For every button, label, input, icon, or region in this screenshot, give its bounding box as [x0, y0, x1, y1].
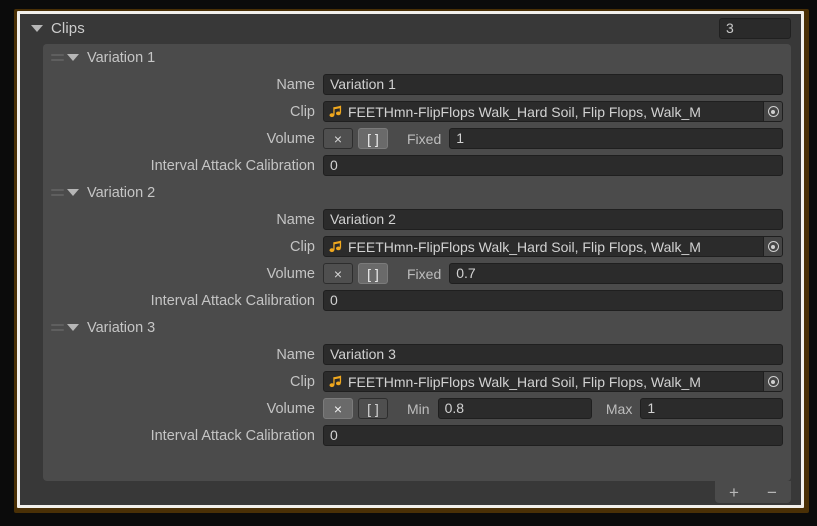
variation-foldout-triangle-down-icon[interactable] [67, 324, 79, 331]
drag-handle-icon[interactable] [51, 321, 64, 335]
name-row: Name Variation 2 [43, 206, 791, 233]
clip-label: Clip [290, 373, 315, 390]
name-row: Name Variation 1 [43, 71, 791, 98]
object-picker-icon[interactable] [763, 372, 782, 391]
clips-inspector-panel: Clips 3 Variation 1 Name Variation 1 Clip FE… [20, 14, 801, 505]
clip-row: Clip FEETHmn-FlipFlops Walk_Hard Soil, Fl… [43, 368, 791, 395]
volume-range-toggle-button[interactable]: [ ] [358, 263, 388, 284]
volume-min-label: Min [407, 400, 430, 417]
clip-object-field[interactable]: FEETHmn-FlipFlops Walk_Hard Soil, Flip F… [323, 236, 783, 257]
name-row: Name Variation 3 [43, 341, 791, 368]
interval-attack-calibration-input[interactable]: 0 [323, 425, 783, 446]
list-footer-toolbar: + − [715, 481, 791, 503]
volume-fixed-input[interactable]: 1 [449, 128, 783, 149]
variation-header[interactable]: Variation 1 [43, 44, 791, 71]
clip-object-name: FEETHmn-FlipFlops Walk_Hard Soil, Flip F… [348, 103, 701, 120]
volume-row: Volume ×[ ] Min 0.8 Max 1 [43, 395, 791, 422]
variation-title: Variation 3 [87, 319, 156, 336]
page-title: Clips [51, 19, 85, 37]
name-input[interactable]: Variation 1 [323, 74, 783, 95]
clip-object-field[interactable]: FEETHmn-FlipFlops Walk_Hard Soil, Flip F… [323, 101, 783, 122]
variation-title: Variation 2 [87, 184, 156, 201]
volume-row: Volume ×[ ] Fixed 0.7 [43, 260, 791, 287]
volume-label: Volume [266, 400, 315, 417]
volume-clear-button[interactable]: × [323, 128, 353, 149]
volume-label: Volume [266, 265, 315, 282]
variation-header[interactable]: Variation 3 [43, 314, 791, 341]
variation-foldout-triangle-down-icon[interactable] [67, 54, 79, 61]
clip-object-field[interactable]: FEETHmn-FlipFlops Walk_Hard Soil, Flip F… [323, 371, 783, 392]
interval-attack-calibration-input[interactable]: 0 [323, 290, 783, 311]
name-label: Name [276, 211, 315, 228]
variation-block: Variation 3 Name Variation 3 Clip FEETHmn-Fl… [43, 314, 791, 449]
volume-max-label: Max [605, 400, 633, 417]
clips-size-input[interactable]: 3 [719, 18, 791, 39]
add-clip-button[interactable]: + [719, 482, 749, 502]
variation-block: Variation 1 Name Variation 1 Clip FEETHmn-Fl… [43, 44, 791, 179]
interval-attack-calibration-row: Interval Attack Calibration 0 [43, 422, 791, 449]
volume-min-input[interactable]: 0.8 [437, 398, 592, 419]
clip-label: Clip [290, 238, 315, 255]
clips-header[interactable]: Clips 3 [20, 14, 801, 42]
volume-clear-button[interactable]: × [323, 263, 353, 284]
clip-object-name: FEETHmn-FlipFlops Walk_Hard Soil, Flip F… [348, 373, 701, 390]
clip-row: Clip FEETHmn-FlipFlops Walk_Hard Soil, Fl… [43, 233, 791, 260]
clips-foldout-triangle-down-icon[interactable] [31, 24, 43, 32]
interval-attack-calibration-label: Interval Attack Calibration [150, 157, 315, 174]
object-picker-icon[interactable] [763, 237, 782, 256]
volume-clear-button[interactable]: × [323, 398, 353, 419]
volume-range-toggle-button[interactable]: [ ] [358, 398, 388, 419]
object-picker-icon[interactable] [763, 102, 782, 121]
drag-handle-icon[interactable] [51, 51, 64, 65]
audio-clip-icon [329, 375, 342, 387]
volume-fixed-label: Fixed [407, 265, 442, 282]
interval-attack-calibration-row: Interval Attack Calibration 0 [43, 152, 791, 179]
volume-max-input[interactable]: 1 [640, 398, 783, 419]
screenshot-root: Clips 3 Variation 1 Name Variation 1 Clip FE… [0, 0, 817, 526]
audio-clip-icon [329, 240, 342, 252]
interval-attack-calibration-label: Interval Attack Calibration [150, 427, 315, 444]
name-label: Name [276, 76, 315, 93]
interval-attack-calibration-label: Interval Attack Calibration [150, 292, 315, 309]
variation-title: Variation 1 [87, 49, 156, 66]
variation-block: Variation 2 Name Variation 2 Clip FEETHmn-Fl… [43, 179, 791, 314]
variation-header[interactable]: Variation 2 [43, 179, 791, 206]
clip-label: Clip [290, 103, 315, 120]
interval-attack-calibration-row: Interval Attack Calibration 0 [43, 287, 791, 314]
remove-clip-button[interactable]: − [757, 482, 787, 502]
interval-attack-calibration-input[interactable]: 0 [323, 155, 783, 176]
volume-label: Volume [266, 130, 315, 147]
name-label: Name [276, 346, 315, 363]
name-input[interactable]: Variation 2 [323, 209, 783, 230]
variation-foldout-triangle-down-icon[interactable] [67, 189, 79, 196]
clip-object-name: FEETHmn-FlipFlops Walk_Hard Soil, Flip F… [348, 238, 701, 255]
volume-range-toggle-button[interactable]: [ ] [358, 128, 388, 149]
volume-fixed-input[interactable]: 0.7 [449, 263, 783, 284]
clip-row: Clip FEETHmn-FlipFlops Walk_Hard Soil, Fl… [43, 98, 791, 125]
volume-row: Volume ×[ ] Fixed 1 [43, 125, 791, 152]
drag-handle-icon[interactable] [51, 186, 64, 200]
name-input[interactable]: Variation 3 [323, 344, 783, 365]
volume-fixed-label: Fixed [407, 130, 442, 147]
audio-clip-icon [329, 105, 342, 117]
clips-reorderable-list: Variation 1 Name Variation 1 Clip FEETHmn-Fl… [43, 44, 791, 481]
